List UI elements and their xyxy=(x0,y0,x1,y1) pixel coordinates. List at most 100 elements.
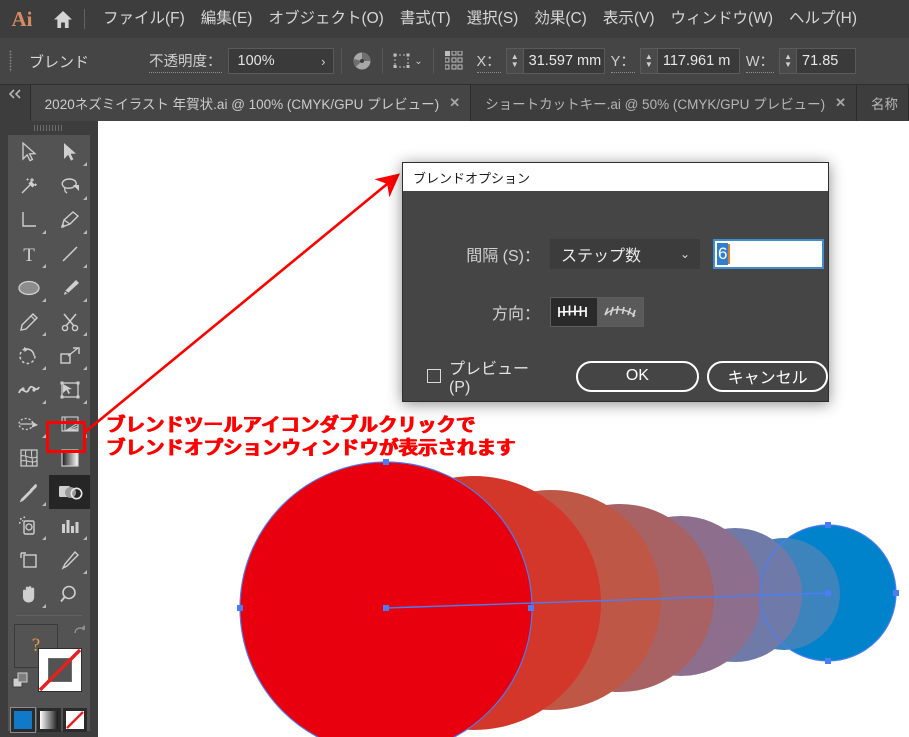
lasso-tool[interactable] xyxy=(49,169,90,203)
spacing-label: 間隔 (S)： xyxy=(466,248,540,265)
menu-item-help[interactable]: ヘルプ(H) xyxy=(781,0,865,38)
close-icon[interactable]: ✕ xyxy=(449,95,460,111)
selection-tool[interactable] xyxy=(8,135,49,169)
x-coordinate-group: X： ▲ ▼ 31.597 mm xyxy=(476,48,605,74)
swap-fill-stroke-icon[interactable] xyxy=(12,672,30,695)
chevron-right-icon[interactable]: › xyxy=(321,54,327,69)
spacing-row: 間隔 (S)： ステップ数 ⌄ 6 xyxy=(403,239,828,269)
color-mode-buttons xyxy=(8,707,90,733)
line-segment-tool[interactable] xyxy=(49,237,90,271)
scissors-tool[interactable] xyxy=(49,305,90,339)
default-fill-stroke-icon[interactable] xyxy=(72,622,88,641)
pencil-tool[interactable] xyxy=(8,305,49,339)
preview-label: プレビュー (P) xyxy=(448,361,529,396)
menu-item-effect[interactable]: 効果(C) xyxy=(526,0,595,38)
y-label: Y： xyxy=(610,50,635,73)
direction-row: 方向： xyxy=(403,297,828,327)
transform-icon[interactable]: ⌄ xyxy=(390,52,426,70)
mesh-tool[interactable] xyxy=(8,441,49,475)
annotation-line-1: ブレンドツールアイコンダブルクリックで xyxy=(106,415,476,436)
annotation-line-2: ブレンドオプションウィンドウが表示されます xyxy=(106,438,516,459)
symbol-sprayer-tool[interactable] xyxy=(8,509,49,543)
menu-item-file[interactable]: ファイル(F) xyxy=(95,0,193,38)
collapse-panel-icon[interactable] xyxy=(0,85,31,121)
steps-input[interactable]: 6 xyxy=(713,239,824,269)
opacity-field[interactable]: 100% › xyxy=(227,48,334,74)
align-to-path-button[interactable] xyxy=(597,298,643,326)
home-icon[interactable] xyxy=(44,10,82,29)
zoom-tool[interactable] xyxy=(49,577,90,611)
w-input[interactable]: 71.85 xyxy=(796,48,857,74)
preview-checkbox[interactable] xyxy=(427,369,441,383)
text-caret xyxy=(728,244,731,264)
ellipse-tool[interactable] xyxy=(8,271,49,305)
tab-1-label: 2020ネズミイラスト 年賀状.ai @ 100% (CMYK/GPU プレビュ… xyxy=(44,97,440,112)
recolor-artwork-icon[interactable] xyxy=(349,51,375,71)
perspective-grid-tool[interactable] xyxy=(49,407,90,441)
x-stepper[interactable]: ▲ ▼ xyxy=(505,48,523,74)
direction-button-group xyxy=(550,297,644,327)
menu-item-view[interactable]: 表示(V) xyxy=(595,0,663,38)
spacing-select[interactable]: ステップ数 ⌄ xyxy=(550,239,700,269)
slice-tool[interactable] xyxy=(49,543,90,577)
dialog-title-bar: ブレンドオプション xyxy=(403,163,828,191)
align-icon[interactable] xyxy=(441,51,471,71)
blend-options-dialog: ブレンドオプション 間隔 (S)： ステップ数 ⌄ 6 方向： プレビュー (P… xyxy=(402,162,829,402)
w-stepper[interactable]: ▲ ▼ xyxy=(779,48,797,74)
control-bar: ブレンド 不透明度： 100% › ⌄ X： ▲ ▼ 31.597 mm Y： … xyxy=(0,38,909,85)
blend-circle-group xyxy=(240,462,896,737)
menu-item-window[interactable]: ウィンドウ(W) xyxy=(663,0,781,38)
column-graph-tool[interactable] xyxy=(49,509,90,543)
app-logo: Ai xyxy=(11,6,33,31)
tools-panel: T ? xyxy=(0,121,98,737)
w-label: W： xyxy=(745,50,775,73)
cancel-button[interactable]: キャンセル xyxy=(707,360,828,392)
magic-wand-tool[interactable] xyxy=(8,169,49,203)
color-swatch-mode[interactable] xyxy=(10,707,36,733)
direct-selection-tool[interactable] xyxy=(49,135,90,169)
gradient-tool[interactable] xyxy=(49,441,90,475)
artboard-tool[interactable] xyxy=(8,543,49,577)
direction-label: 方向： xyxy=(491,306,540,323)
menu-divider xyxy=(84,9,85,29)
control-bar-grip[interactable] xyxy=(3,46,17,76)
menu-item-type[interactable]: 書式(T) xyxy=(392,0,459,38)
ok-button[interactable]: OK xyxy=(575,360,700,392)
blend-tool[interactable] xyxy=(49,475,90,509)
none-mode[interactable] xyxy=(63,708,87,732)
menu-item-select[interactable]: 選択(S) xyxy=(459,0,527,38)
chevron-down-icon: ⌄ xyxy=(679,247,690,261)
width-tool[interactable] xyxy=(8,373,49,407)
rotate-tool[interactable] xyxy=(8,339,49,373)
toolbar-divider xyxy=(16,615,82,616)
shape-builder-tool[interactable] xyxy=(8,407,49,441)
illustrator-window: Ai ファイル(F) 編集(E) オブジェクト(O) 書式(T) 選択(S) 効… xyxy=(0,0,909,737)
x-input[interactable]: 31.597 mm xyxy=(522,48,605,74)
scale-tool[interactable] xyxy=(49,339,90,373)
document-tab-1[interactable]: 2020ネズミイラスト 年賀状.ai @ 100% (CMYK/GPU プレビュ… xyxy=(30,85,472,121)
pen-tool[interactable] xyxy=(49,203,90,237)
hand-tool[interactable] xyxy=(8,577,49,611)
paintbrush-tool[interactable] xyxy=(49,271,90,305)
stroke-swatch[interactable] xyxy=(38,648,82,692)
menu-item-object[interactable]: オブジェクト(O) xyxy=(260,0,391,38)
document-tab-2[interactable]: ショートカットキー.ai @ 50% (CMYK/GPU プレビュー) ✕ xyxy=(471,85,857,121)
tools-panel-inner: T ? xyxy=(8,135,90,733)
spacing-select-value: ステップ数 xyxy=(561,248,642,265)
control-divider-3 xyxy=(432,48,434,74)
opacity-label: 不透明度： xyxy=(149,50,222,73)
align-to-page-button[interactable] xyxy=(551,298,597,326)
free-transform-tool[interactable] xyxy=(49,373,90,407)
tool-grid: T xyxy=(8,135,90,611)
y-input[interactable]: 117.961 m xyxy=(656,48,740,74)
type-tool[interactable]: T xyxy=(8,237,49,271)
w-coordinate-group: W： ▲ ▼ 71.85 xyxy=(745,48,857,74)
y-stepper[interactable]: ▲ ▼ xyxy=(639,48,657,74)
document-tab-3[interactable]: 名称 xyxy=(857,85,909,121)
gradient-mode[interactable] xyxy=(37,708,61,732)
toolbar-grip[interactable] xyxy=(0,121,98,135)
close-icon-2[interactable]: ✕ xyxy=(835,95,846,111)
eyedropper-tool[interactable] xyxy=(8,475,49,509)
menu-item-edit[interactable]: 編集(E) xyxy=(193,0,261,38)
curvature-tool[interactable] xyxy=(8,203,49,237)
